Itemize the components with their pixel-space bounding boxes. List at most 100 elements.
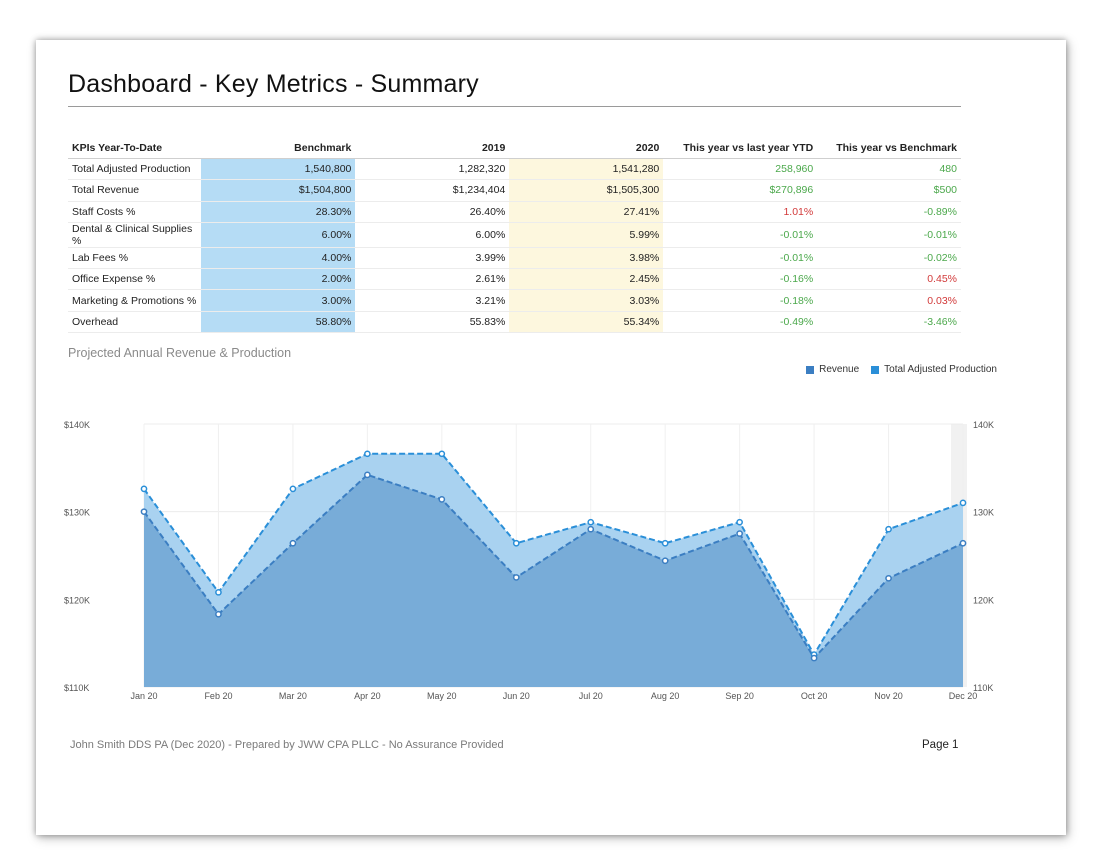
- kpi-table-row: Office Expense % 2.00% 2.61% 2.45% -0.16% 0.4…: [68, 268, 961, 291]
- y2019-cell: 2.61%: [355, 268, 510, 291]
- revenue-data-point: [885, 574, 892, 582]
- y-axis-left-tick-label: $140K: [64, 420, 90, 430]
- kpi-name-cell: Lab Fees %: [68, 247, 202, 270]
- production-data-point: [736, 518, 743, 526]
- kpi-table-row: Dental & Clinical Supplies % 6.00% 6.00% 5.…: [68, 222, 961, 248]
- production-data-point: [215, 588, 222, 596]
- x-axis-tick-label: Nov 20: [874, 691, 903, 701]
- y-axis-left-tick-label: $130K: [64, 508, 90, 518]
- page-number: Page 1: [922, 739, 959, 751]
- revenue-data-point: [587, 525, 595, 533]
- benchmark-cell: 6.00%: [201, 222, 356, 248]
- y-axis-left-tick-label: $110K: [64, 683, 89, 693]
- kpi-table-row: Total Revenue $1,504,800 $1,234,404 $1,505,…: [68, 179, 961, 202]
- vs-benchmark-cell: 0.03%: [817, 289, 961, 312]
- y2020-cell: 1,541,280: [509, 158, 664, 181]
- x-axis-tick-label: Jan 20: [130, 691, 157, 701]
- vs-benchmark-cell: -3.46%: [817, 311, 961, 334]
- benchmark-cell: $1,504,800: [201, 179, 356, 202]
- revenue-data-point: [661, 557, 669, 565]
- production-data-point: [885, 525, 892, 533]
- x-axis-tick-label: Jul 20: [579, 691, 603, 701]
- y2019-cell: 3.99%: [355, 247, 510, 270]
- column-header-vs-last-year: This year vs last year YTD: [663, 138, 818, 159]
- vs-benchmark-cell: -0.02%: [817, 247, 961, 270]
- y-axis-left-tick-label: $120K: [64, 595, 90, 605]
- vs-last-year-cell: -0.01%: [663, 222, 818, 248]
- vs-last-year-cell: 258,960: [663, 158, 818, 181]
- revenue-data-point: [289, 539, 297, 547]
- x-axis-tick-label: Apr 20: [354, 691, 381, 701]
- kpi-table: KPIs Year-To-Date Benchmark 2019 2020 Th…: [68, 138, 961, 334]
- benchmark-cell: 2.00%: [201, 268, 356, 291]
- y2020-cell: 27.41%: [509, 201, 664, 223]
- vs-benchmark-cell: -0.01%: [817, 222, 961, 248]
- vs-last-year-cell: -0.16%: [663, 268, 818, 291]
- kpi-table-row: Overhead 58.80% 55.83% 55.34% -0.49% -3.46%: [68, 311, 961, 334]
- revenue-data-point: [810, 654, 818, 662]
- y2019-cell: 3.21%: [355, 289, 510, 312]
- production-data-point: [512, 539, 520, 547]
- production-data-point: [289, 485, 297, 493]
- kpi-name-cell: Staff Costs %: [68, 201, 202, 223]
- y-axis-right-tick-label: 140K: [973, 420, 994, 430]
- revenue-data-point: [959, 539, 967, 547]
- revenue-data-point: [736, 530, 743, 537]
- revenue-data-point: [438, 496, 446, 503]
- column-header-benchmark: Benchmark: [201, 138, 356, 159]
- y2020-cell: 55.34%: [509, 311, 664, 334]
- revenue-area: [144, 474, 963, 687]
- benchmark-cell: 28.30%: [201, 201, 356, 223]
- column-header-2020: 2020: [509, 138, 664, 159]
- x-axis-tick-label: Jun 20: [503, 691, 530, 701]
- chart-title: Projected Annual Revenue & Production: [68, 346, 292, 360]
- y2020-cell: 3.98%: [509, 247, 664, 270]
- production-data-point: [364, 450, 371, 458]
- benchmark-cell: 3.00%: [201, 289, 356, 312]
- vs-last-year-cell: -0.01%: [663, 247, 818, 270]
- kpi-table-row: Staff Costs % 28.30% 26.40% 27.41% 1.01% -0.8…: [68, 201, 961, 223]
- vs-last-year-cell: $270,896: [663, 179, 818, 202]
- y2020-cell: 2.45%: [509, 268, 664, 291]
- revenue-data-point: [364, 471, 371, 479]
- title-divider: [68, 106, 961, 107]
- vs-last-year-cell: -0.49%: [663, 311, 818, 334]
- kpi-name-cell: Office Expense %: [68, 268, 202, 291]
- y2019-cell: $1,234,404: [355, 179, 510, 202]
- y2019-cell: 26.40%: [355, 201, 510, 223]
- revenue-production-area-chart: $140K 140K$130K 130K$120K 120K$110K 110KJan …: [64, 420, 994, 701]
- kpi-table-row: Lab Fees % 4.00% 3.99% 3.98% -0.01% -0.02%: [68, 247, 961, 270]
- x-axis-tick-label: Mar 20: [279, 691, 307, 701]
- y2019-cell: 1,282,320: [355, 158, 510, 181]
- kpi-name-cell: Dental & Clinical Supplies %: [68, 222, 202, 248]
- kpi-name-cell: Total Revenue: [68, 179, 202, 202]
- x-axis-tick-label: Aug 20: [651, 691, 680, 701]
- y2020-cell: 5.99%: [509, 222, 664, 248]
- kpi-name-cell: Overhead: [68, 311, 202, 334]
- vs-benchmark-cell: 480: [817, 158, 961, 181]
- benchmark-cell: 58.80%: [201, 311, 356, 334]
- production-data-point: [587, 518, 595, 526]
- y-axis-right-tick-label: 130K: [973, 508, 994, 518]
- benchmark-cell: 1,540,800: [201, 158, 356, 181]
- vs-last-year-cell: -0.18%: [663, 289, 818, 312]
- kpi-name-cell: Total Adjusted Production: [68, 158, 202, 181]
- kpi-table-header-row: KPIs Year-To-Date Benchmark 2019 2020 Th…: [68, 138, 961, 159]
- y2020-cell: $1,505,300: [509, 179, 664, 202]
- y2019-cell: 55.83%: [355, 311, 510, 334]
- production-data-point: [438, 450, 446, 458]
- vs-benchmark-cell: $500: [817, 179, 961, 202]
- vs-benchmark-cell: 0.45%: [817, 268, 961, 291]
- vs-last-year-cell: 1.01%: [663, 201, 818, 223]
- column-header-2019: 2019: [355, 138, 510, 159]
- x-axis-tick-label: Oct 20: [801, 691, 828, 701]
- revenue-data-point: [215, 610, 222, 618]
- production-data-point: [959, 499, 967, 507]
- page-title: Dashboard - Key Metrics - Summary: [68, 70, 479, 98]
- footer-preparer-note: John Smith DDS PA (Dec 2020) - Prepared …: [70, 739, 504, 751]
- column-header-vs-benchmark: This year vs Benchmark: [817, 138, 961, 159]
- column-header-kpi: KPIs Year-To-Date: [68, 138, 202, 159]
- revenue-data-point: [512, 574, 520, 581]
- benchmark-cell: 4.00%: [201, 247, 356, 270]
- kpi-name-cell: Marketing & Promotions %: [68, 289, 202, 312]
